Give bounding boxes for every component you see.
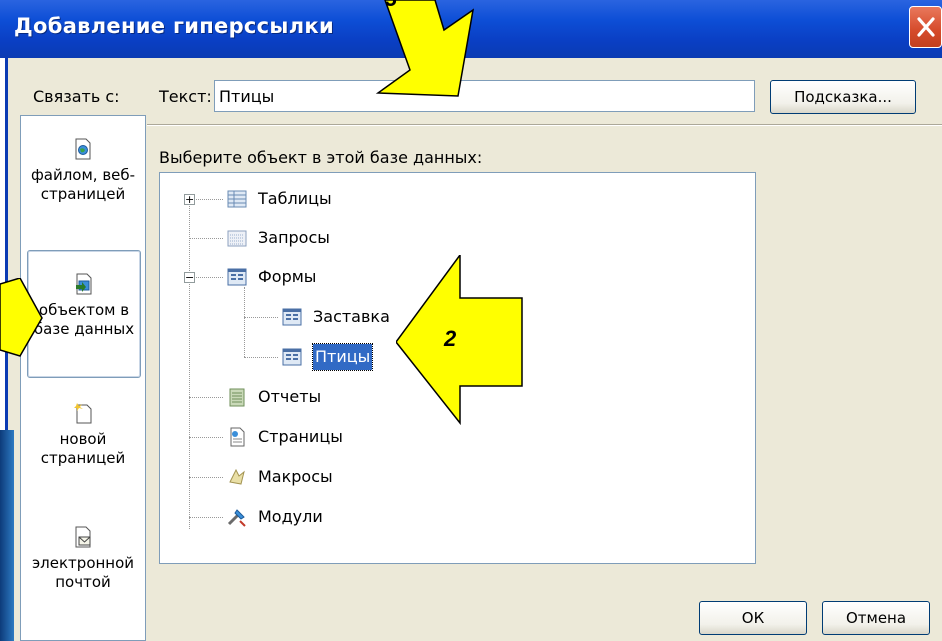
tree-item-label: Отчеты bbox=[258, 387, 322, 406]
table-icon bbox=[227, 190, 247, 208]
place-label-line1: файлом, веб- bbox=[30, 166, 136, 184]
form-icon bbox=[227, 268, 247, 286]
place-new-page[interactable]: новой страницей bbox=[21, 402, 145, 468]
form-icon bbox=[282, 308, 302, 326]
tree-connector bbox=[189, 517, 223, 518]
tree-connector bbox=[244, 287, 245, 357]
tree-connector bbox=[244, 317, 278, 318]
macro-icon bbox=[229, 468, 245, 485]
tree-connector bbox=[189, 199, 190, 529]
email-icon bbox=[75, 526, 91, 548]
new-page-icon bbox=[74, 403, 92, 424]
place-label-line1: новой bbox=[59, 430, 107, 448]
tree-connector bbox=[189, 238, 223, 239]
file-web-icon bbox=[75, 138, 91, 160]
tree-item-label: Формы bbox=[258, 267, 317, 286]
tree-item-label: Запросы bbox=[258, 228, 330, 247]
place-label-line2: страницей bbox=[40, 449, 126, 467]
annotation-arrow-right bbox=[396, 255, 523, 425]
tree-item-label: Таблицы bbox=[258, 189, 332, 208]
place-file-web[interactable]: файлом, веб- страницей bbox=[21, 138, 145, 204]
form-icon bbox=[282, 348, 302, 366]
report-icon bbox=[229, 388, 245, 407]
tree-connector bbox=[189, 437, 223, 438]
query-icon bbox=[227, 230, 247, 247]
tree-item-label: Модули bbox=[258, 507, 323, 526]
place-label-line2: почтой bbox=[55, 573, 111, 591]
pick-object-label: Выберите объект в этой базе данных: bbox=[159, 148, 483, 167]
place-label-line1: электронной bbox=[31, 554, 135, 572]
tree-item-label: Макросы bbox=[258, 467, 333, 486]
link-to-label: Связать с: bbox=[33, 87, 120, 106]
annotation-number-2: 2 bbox=[444, 326, 457, 351]
close-button[interactable] bbox=[909, 6, 942, 48]
place-label-line2: страницей bbox=[40, 185, 126, 203]
page-icon bbox=[230, 427, 245, 447]
text-label: Текст: bbox=[159, 87, 212, 106]
database-object-icon bbox=[76, 273, 92, 295]
tree-item-label-selected: Птицы bbox=[311, 343, 374, 371]
tree-connector bbox=[189, 477, 223, 478]
tree-connector bbox=[189, 397, 223, 398]
hint-button[interactable]: Подсказка... bbox=[770, 80, 916, 114]
module-icon bbox=[227, 509, 246, 527]
tree-item-label: Заставка bbox=[313, 307, 390, 326]
tree-connector bbox=[244, 357, 278, 358]
background-strip bbox=[0, 430, 14, 641]
cancel-button[interactable]: Отмена bbox=[822, 601, 930, 635]
annotation-arrow-top bbox=[375, 0, 475, 97]
close-icon bbox=[917, 17, 935, 37]
expand-tables-toggle[interactable]: + bbox=[184, 194, 195, 205]
ok-button[interactable]: ОК bbox=[699, 601, 807, 635]
place-email[interactable]: электронной почтой bbox=[21, 526, 145, 592]
annotation-arrow-left bbox=[0, 278, 43, 357]
annotation-number-3: 3 bbox=[385, 0, 397, 12]
tree-item-label: Страницы bbox=[258, 427, 343, 446]
dialog-title: Добавление гиперссылки bbox=[14, 14, 334, 38]
link-to-bar: файлом, веб- страницей объектом в базе д… bbox=[20, 115, 146, 641]
separator bbox=[147, 124, 942, 126]
collapse-forms-toggle[interactable]: − bbox=[184, 272, 195, 283]
